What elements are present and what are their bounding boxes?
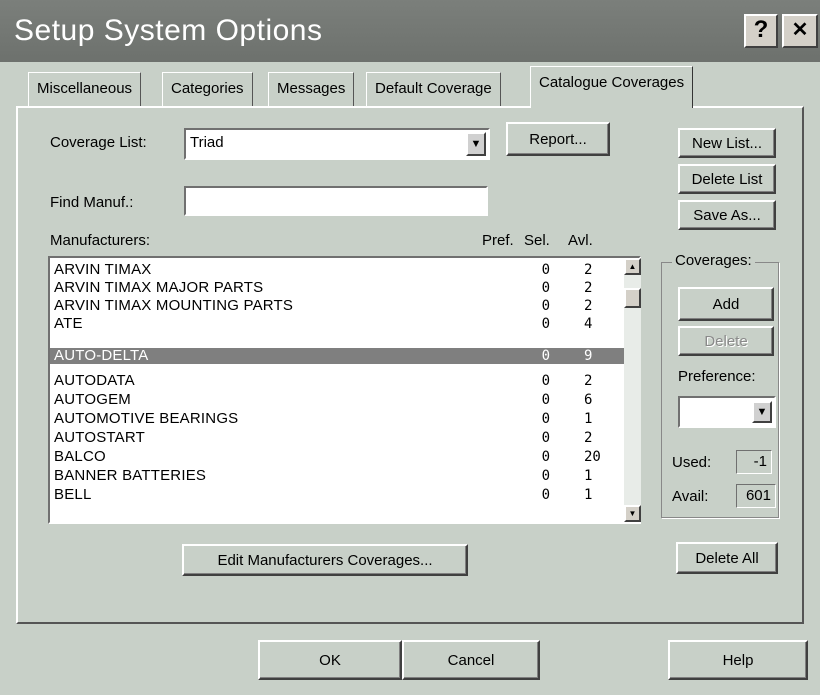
manufacturers-list[interactable]: ARVIN TIMAX 0 2 ARVIN TIMAX MAJOR PARTS 0 2 … xyxy=(48,256,641,524)
report-button[interactable]: Report... xyxy=(506,122,610,156)
list-item[interactable]: AUTOMOTIVE BEARINGS 0 1 xyxy=(50,411,626,428)
window-title: Setup System Options xyxy=(14,14,323,47)
coverage-list-combo[interactable]: Triad ▼ xyxy=(184,128,490,160)
list-item[interactable]: ARVIN TIMAX MOUNTING PARTS 0 2 xyxy=(50,298,626,315)
list-item[interactable]: BALCO 0 20 xyxy=(50,449,626,466)
tab-catalogue-coverages[interactable]: Catalogue Coverages xyxy=(530,66,694,108)
delete-list-button[interactable]: Delete List xyxy=(678,164,776,194)
manufacturers-label: Manufacturers: xyxy=(50,232,151,249)
scroll-thumb[interactable] xyxy=(624,288,641,308)
used-value: -1 xyxy=(736,450,772,474)
avail-value: 601 xyxy=(736,484,776,508)
delete-all-button[interactable]: Delete All xyxy=(676,542,778,574)
close-button[interactable]: ✕ xyxy=(782,14,818,48)
preference-select[interactable]: ▼ xyxy=(678,396,776,428)
scroll-up-icon[interactable]: ▲ xyxy=(624,258,641,275)
coverage-list-value: Triad xyxy=(190,134,224,151)
used-label: Used: xyxy=(672,454,712,471)
list-item[interactable]: AUTOSTART 0 2 xyxy=(50,430,626,447)
list-item[interactable]: ARVIN TIMAX MAJOR PARTS 0 2 xyxy=(50,280,626,297)
col-sel-header: Sel. xyxy=(524,232,550,249)
edit-manufacturers-coverages-button[interactable]: Edit Manufacturers Coverages... xyxy=(182,544,468,576)
cancel-button[interactable]: Cancel xyxy=(402,640,540,680)
list-scrollbar[interactable]: ▲ ▼ xyxy=(624,258,641,522)
chevron-down-icon[interactable]: ▼ xyxy=(466,132,486,156)
col-avl-header: Avl. xyxy=(568,232,593,249)
tab-messages[interactable]: Messages xyxy=(268,72,355,106)
new-list-button[interactable]: New List... xyxy=(678,128,776,158)
coverage-list-label: Coverage List: xyxy=(50,134,147,151)
list-item[interactable]: BELL 0 1 xyxy=(50,487,626,504)
col-pref-header: Pref. xyxy=(482,232,514,249)
list-item[interactable]: BANNER BATTERIES 0 1 xyxy=(50,468,626,485)
tab-default-coverage[interactable]: Default Coverage xyxy=(366,72,501,106)
preference-label: Preference: xyxy=(678,368,756,385)
help-button[interactable]: Help xyxy=(668,640,808,680)
chevron-down-icon[interactable]: ▼ xyxy=(752,401,772,423)
scroll-down-icon[interactable]: ▼ xyxy=(624,505,641,522)
find-manuf-input[interactable] xyxy=(184,186,488,216)
list-item[interactable]: AUTODATA 0 2 xyxy=(50,373,626,390)
avail-label: Avail: xyxy=(672,488,709,505)
find-manuf-label: Find Manuf.: xyxy=(50,194,134,211)
coverages-group-title: Coverages: xyxy=(672,252,755,269)
save-as-button[interactable]: Save As... xyxy=(678,200,776,230)
add-coverage-button[interactable]: Add xyxy=(678,287,774,321)
list-item[interactable]: AUTOGEM 0 6 xyxy=(50,392,626,409)
ok-button[interactable]: OK xyxy=(258,640,402,680)
list-item[interactable]: ATE 0 4 xyxy=(50,316,626,333)
list-item-selected[interactable]: AUTO-DELTA 0 9 xyxy=(50,348,626,364)
delete-coverage-button[interactable]: Delete xyxy=(678,326,774,356)
help-title-button[interactable]: ? xyxy=(744,14,778,48)
list-item[interactable]: ARVIN TIMAX 0 2 xyxy=(50,262,626,279)
tab-categories[interactable]: Categories xyxy=(162,72,253,106)
tab-miscellaneous[interactable]: Miscellaneous xyxy=(28,72,142,106)
